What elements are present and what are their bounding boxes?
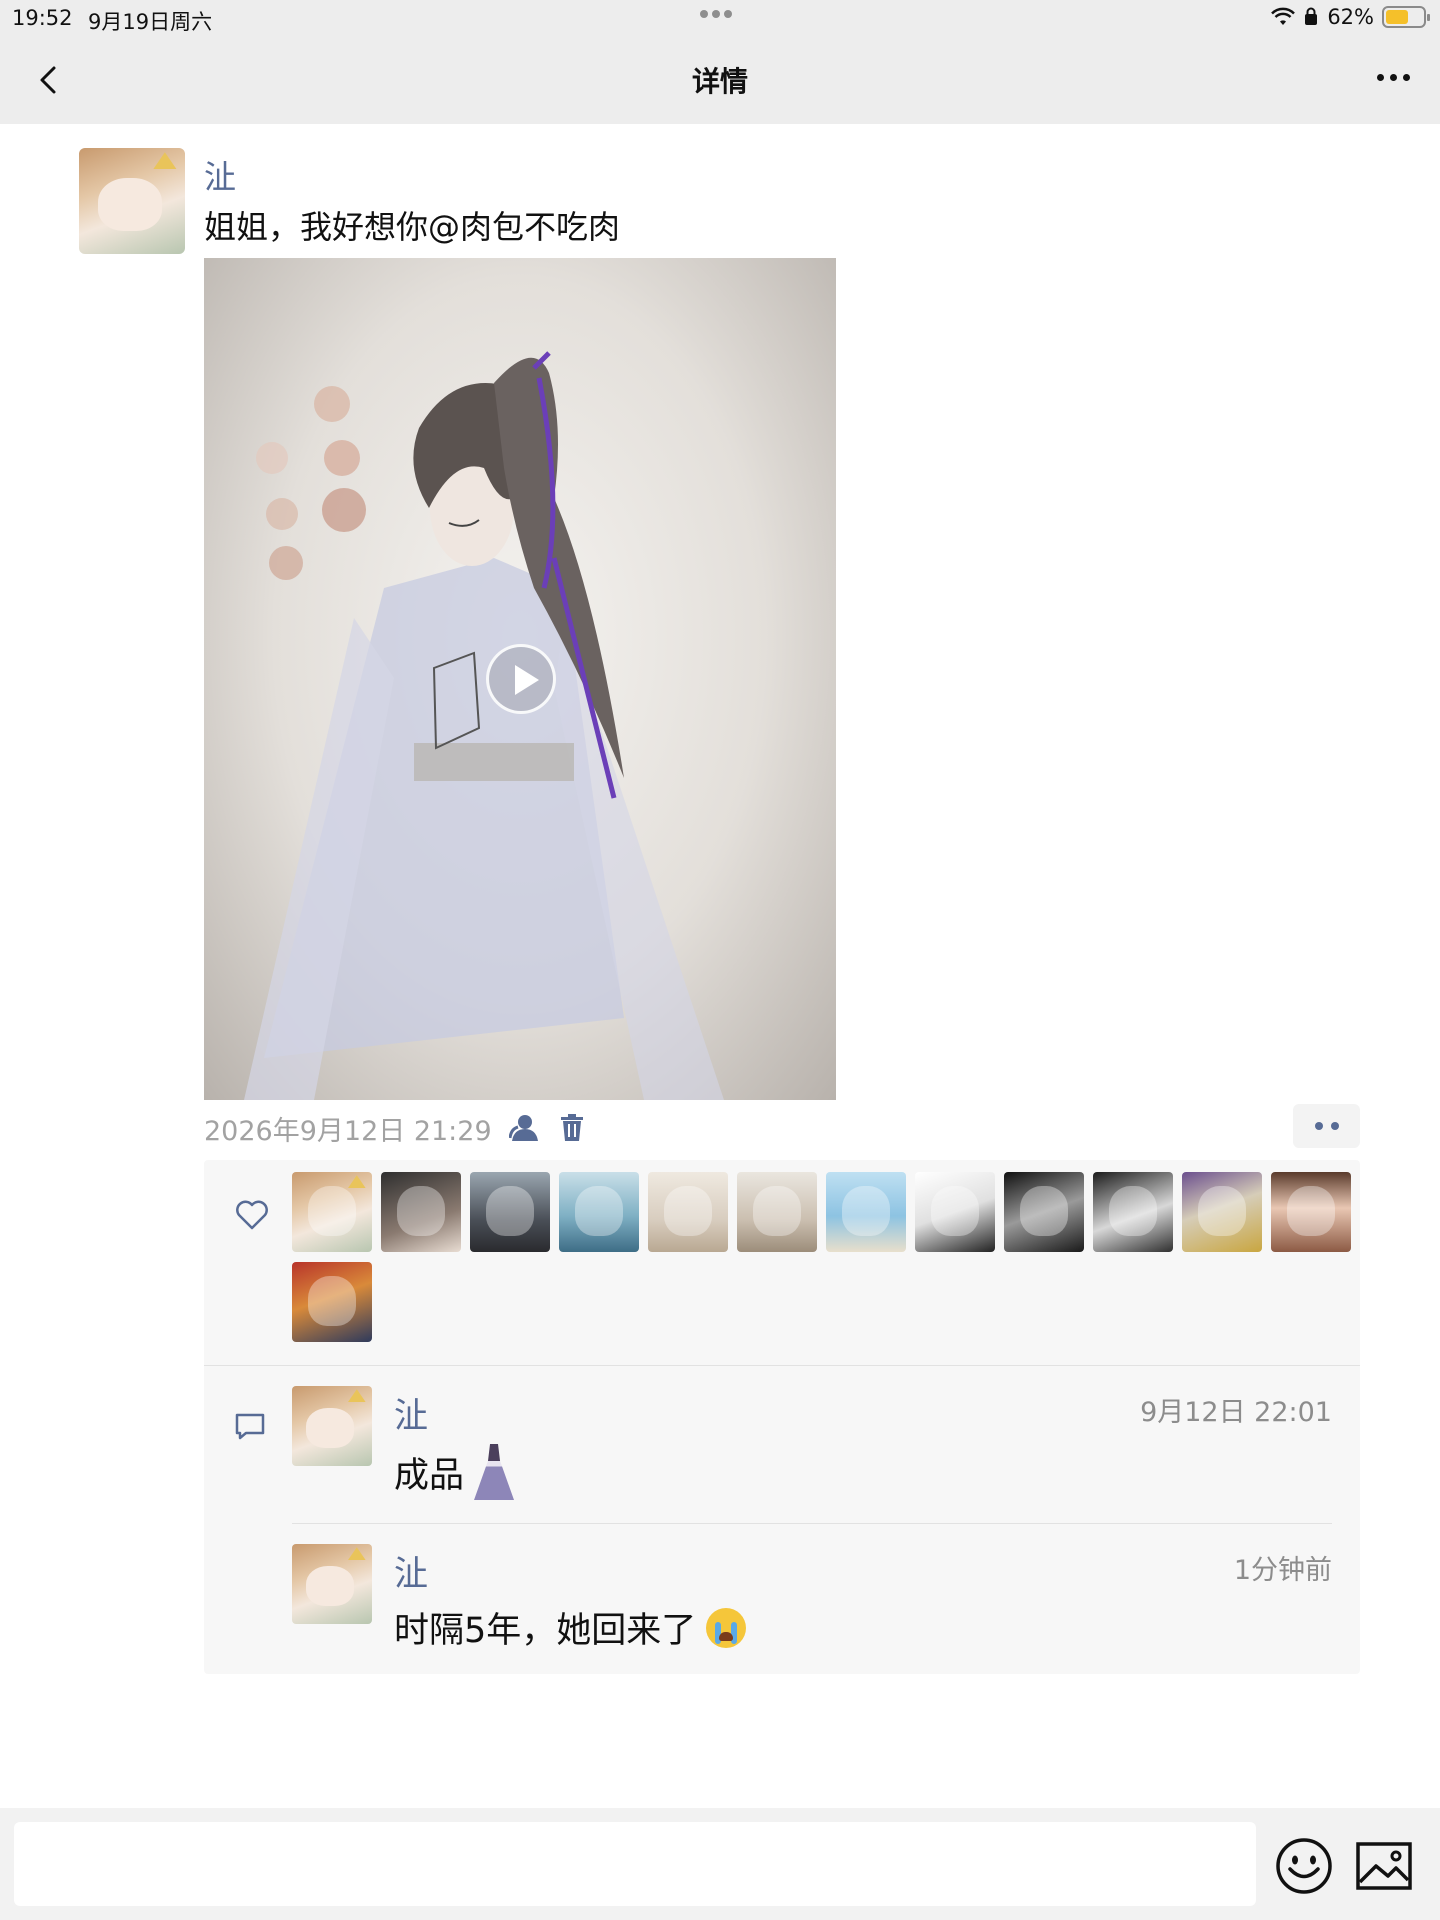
post-text: 姐姐，我好想你@肉包不吃肉: [204, 208, 621, 246]
loudly-crying-face-icon: [706, 1607, 747, 1648]
likes-comments-panel: 沚 9月12日 22:01 成品 沚 1分钟前 时隔5年，她回来了: [204, 1160, 1360, 1674]
commenter-avatar[interactable]: [292, 1544, 372, 1624]
likes-divider: [204, 1365, 1360, 1366]
comment-item[interactable]: 沚 9月12日 22:01 成品: [292, 1386, 1332, 1526]
commenter-name[interactable]: 沚: [394, 1546, 428, 1595]
page-title: 详情: [691, 65, 748, 98]
liker-avatar[interactable]: [292, 1262, 372, 1342]
battery-icon: [1382, 6, 1430, 28]
author-name[interactable]: 沚: [204, 152, 236, 198]
comment-item[interactable]: 沚 1分钟前 时隔5年，她回来了: [292, 1544, 1332, 1664]
heart-icon: [236, 1200, 268, 1230]
liker-avatar[interactable]: [1182, 1172, 1262, 1252]
character-sticker-icon: [474, 1444, 515, 1500]
comment-input-bar: [0, 1808, 1440, 1920]
liker-avatars: [292, 1172, 1352, 1342]
comment-time: 1分钟前: [1233, 1555, 1332, 1586]
liker-avatar[interactable]: [1271, 1172, 1351, 1252]
visibility-user-icon[interactable]: [508, 1112, 540, 1144]
delete-trash-icon[interactable]: [556, 1112, 588, 1144]
liker-avatar[interactable]: [381, 1172, 461, 1252]
comment-time: 9月12日 22:01: [1140, 1397, 1332, 1428]
nav-bar: 详情: [0, 36, 1440, 124]
comment-bubble-icon: [235, 1413, 265, 1440]
post-meta: 2026年9月12日 21:29: [204, 1108, 588, 1148]
liker-avatar[interactable]: [915, 1172, 995, 1252]
comment-text: 时隔5年，她回来了: [394, 1611, 697, 1651]
emoji-smile-icon[interactable]: [1274, 1836, 1334, 1896]
author-avatar[interactable]: [79, 148, 185, 254]
commenter-name[interactable]: 沚: [394, 1388, 428, 1437]
liker-avatar[interactable]: [1004, 1172, 1084, 1252]
comment-text-row: 成品: [394, 1444, 515, 1500]
more-options-icon[interactable]: [1377, 74, 1410, 81]
comment-text: 成品: [394, 1455, 465, 1496]
post-timestamp: 2026年9月12日 21:29: [204, 1115, 492, 1147]
comment-input[interactable]: [14, 1822, 1256, 1906]
status-date: 9月19日周六: [88, 10, 213, 34]
image-picker-icon[interactable]: [1354, 1836, 1414, 1896]
play-icon[interactable]: [486, 644, 556, 714]
battery-percent: 62%: [1327, 5, 1374, 29]
video-thumbnail[interactable]: [204, 258, 836, 1100]
liker-avatar[interactable]: [826, 1172, 906, 1252]
wifi-icon: [1271, 7, 1296, 25]
commenter-avatar[interactable]: [292, 1386, 372, 1466]
likes-section: [204, 1160, 1360, 1364]
liker-avatar[interactable]: [292, 1172, 372, 1252]
liker-avatar[interactable]: [648, 1172, 728, 1252]
liker-avatar[interactable]: [737, 1172, 817, 1252]
status-bar: 19:52 9月19日周六 62%: [0, 0, 1440, 36]
liker-avatar[interactable]: [1093, 1172, 1173, 1252]
orientation-lock-icon: [1305, 7, 1318, 25]
liker-avatar[interactable]: [470, 1172, 550, 1252]
like-comment-menu-button[interactable]: [1293, 1104, 1360, 1148]
multitasking-dots-icon[interactable]: [700, 10, 732, 18]
liker-avatar[interactable]: [559, 1172, 639, 1252]
status-right: 62%: [1271, 5, 1430, 29]
comment-text-row: 时隔5年，她回来了: [394, 1602, 747, 1653]
comment-separator: [292, 1523, 1332, 1524]
status-time: 19:52: [12, 6, 73, 30]
